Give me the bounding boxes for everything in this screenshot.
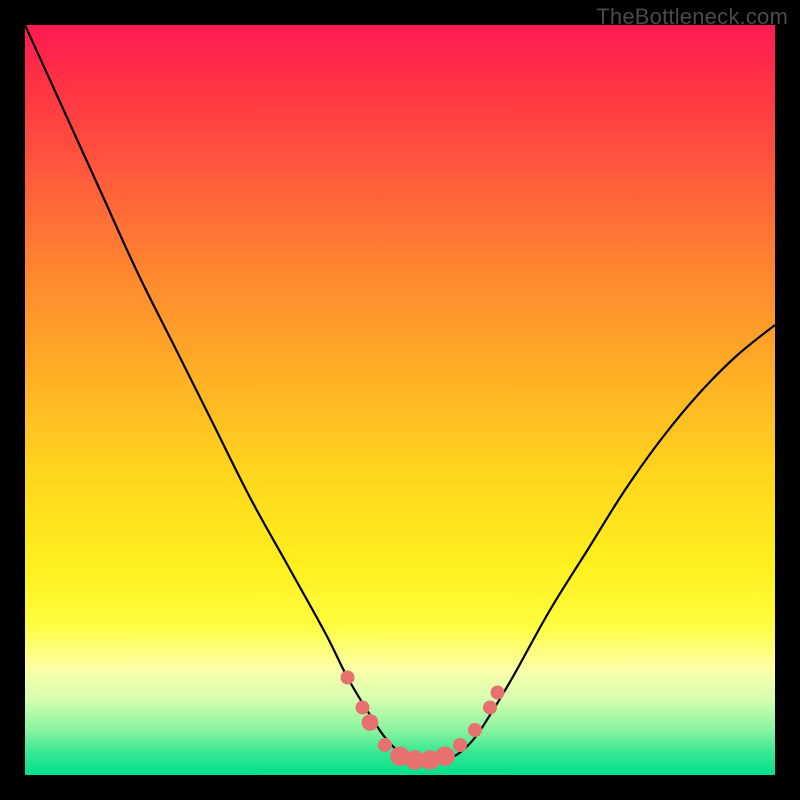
curve-marker: [341, 671, 355, 685]
bottleneck-curve-svg: [25, 25, 775, 775]
curve-marker: [491, 686, 505, 700]
curve-marker: [435, 746, 455, 766]
curve-marker: [468, 723, 482, 737]
curve-marker: [483, 701, 497, 715]
curve-marker: [453, 738, 467, 752]
bottleneck-curve-line: [25, 25, 775, 761]
curve-marker: [362, 714, 379, 731]
chart-frame: TheBottleneck.com: [0, 0, 800, 800]
chart-plot-area: [25, 25, 775, 775]
curve-marker: [356, 701, 370, 715]
attribution-label: TheBottleneck.com: [596, 4, 788, 30]
curve-markers: [341, 671, 505, 770]
curve-marker: [378, 738, 392, 752]
